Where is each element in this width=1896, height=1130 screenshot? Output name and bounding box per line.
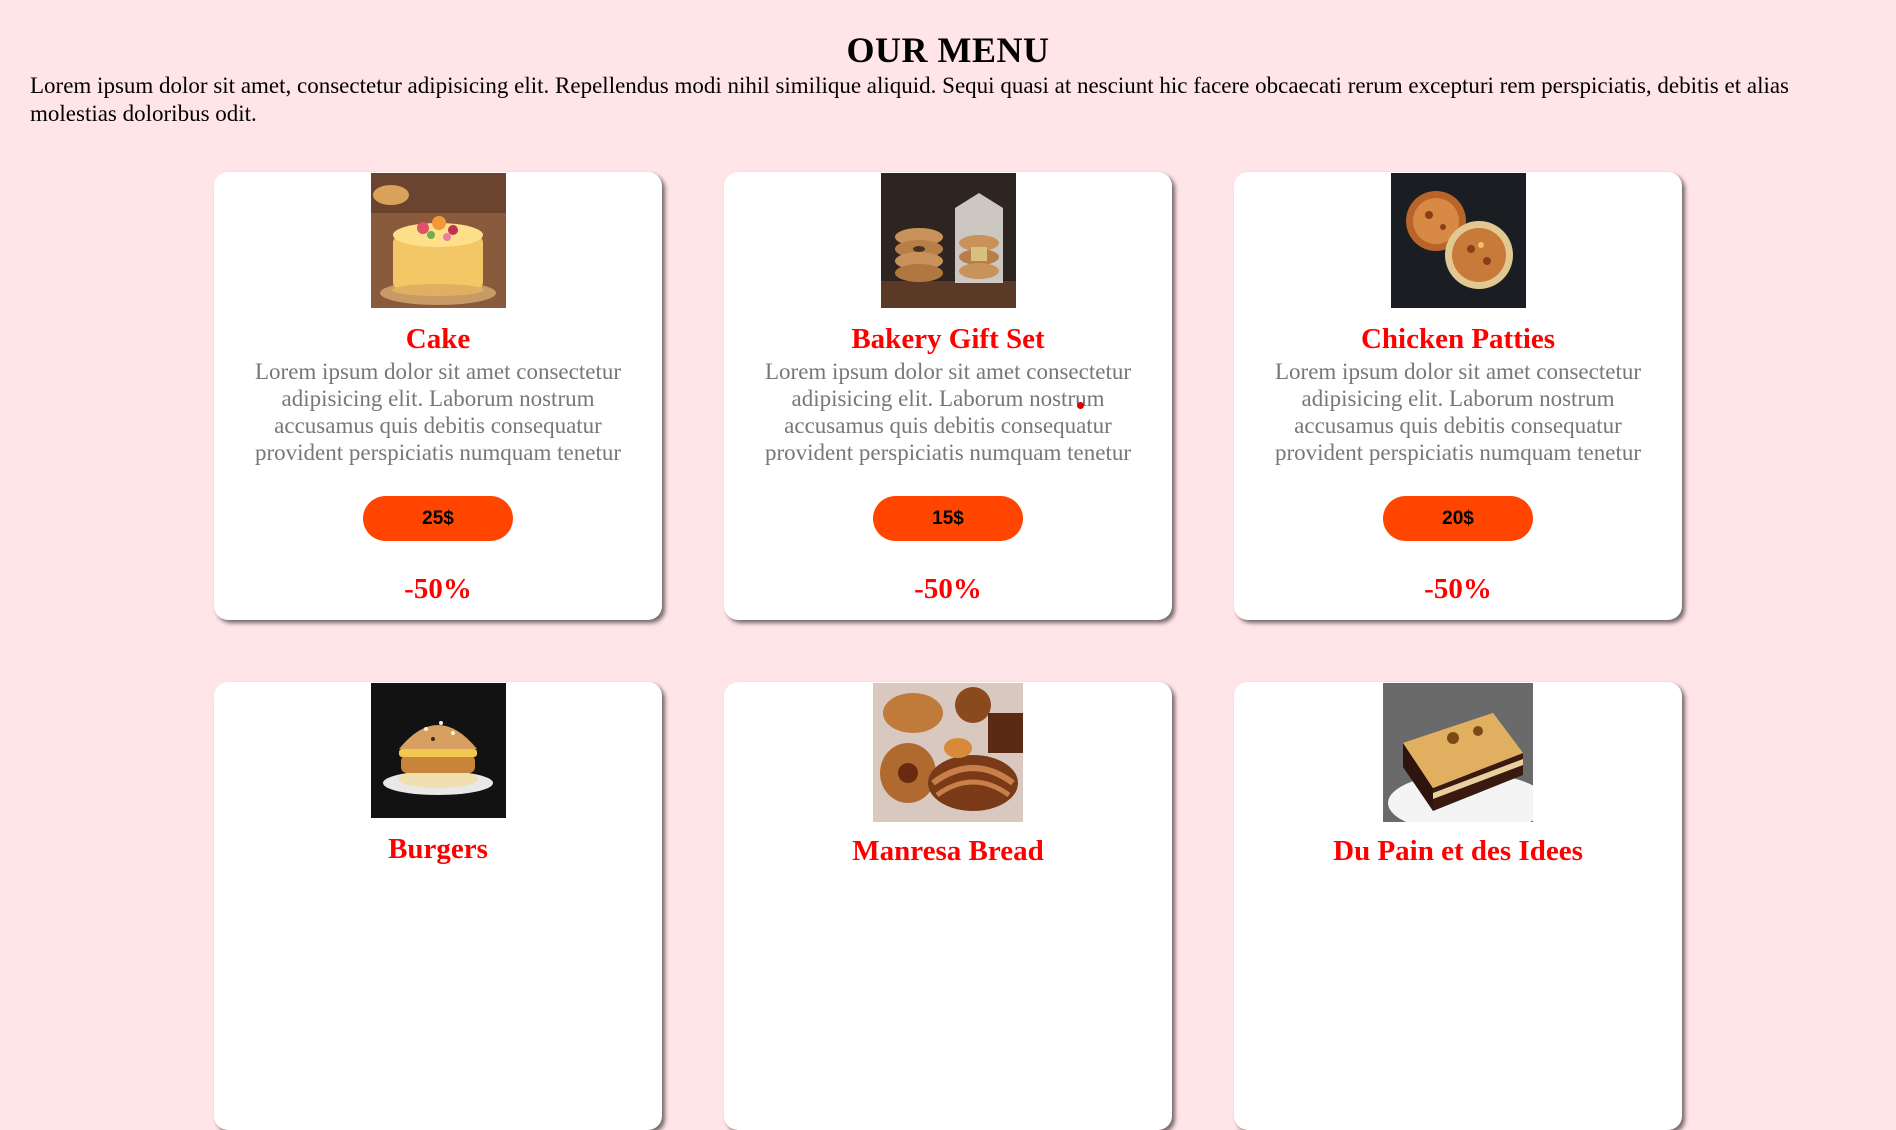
dish-name: Bakery Gift Set	[851, 323, 1045, 355]
menu-card-bakery-gift-set: Bakery Gift Set Lorem ipsum dolor sit am…	[724, 172, 1172, 620]
price-button[interactable]: 20$	[1383, 496, 1533, 541]
menu-card-cake: Cake Lorem ipsum dolor sit amet consecte…	[214, 172, 662, 620]
price-button[interactable]: 25$	[363, 496, 513, 541]
intro-text: Lorem ipsum dolor sit amet, consectetur …	[30, 73, 1790, 126]
menu-card-du-pain-et-des-idees: Du Pain et des Idees	[1234, 682, 1682, 1130]
dish-name: Du Pain et des Idees	[1333, 835, 1583, 867]
bagels-image	[880, 173, 1016, 308]
price-button[interactable]: 15$	[873, 496, 1023, 541]
dish-name: Cake	[405, 323, 471, 355]
discount-label: -50%	[1424, 573, 1492, 605]
layer-cake-image	[1383, 683, 1533, 822]
burger-image	[370, 683, 506, 818]
discount-label: -50%	[914, 573, 982, 605]
patties-image	[1390, 173, 1526, 308]
menu-header: OUR MENU Lorem ipsum dolor sit amet, con…	[0, 0, 1896, 128]
dish-name: Manresa Bread	[852, 835, 1044, 867]
pastries-image	[873, 683, 1023, 822]
cake-image	[370, 173, 506, 308]
page-title: OUR MENU	[846, 30, 1050, 70]
menu-card-chicken-patties: Chicken Patties Lorem ipsum dolor sit am…	[1234, 172, 1682, 620]
discount-label: -50%	[404, 573, 472, 605]
menu-card-manresa-bread: Manresa Bread	[724, 682, 1172, 1130]
menu-card-burgers: Burgers	[214, 682, 662, 1130]
dish-description: Lorem ipsum dolor sit amet consectetur a…	[1275, 359, 1641, 465]
dish-description: Lorem ipsum dolor sit amet consectetur a…	[255, 359, 621, 465]
dish-description: Lorem ipsum dolor sit amet consectetur a…	[765, 359, 1131, 465]
dish-name: Chicken Patties	[1360, 323, 1556, 355]
cursor-dot	[1077, 402, 1084, 409]
dish-name: Burgers	[388, 833, 488, 865]
